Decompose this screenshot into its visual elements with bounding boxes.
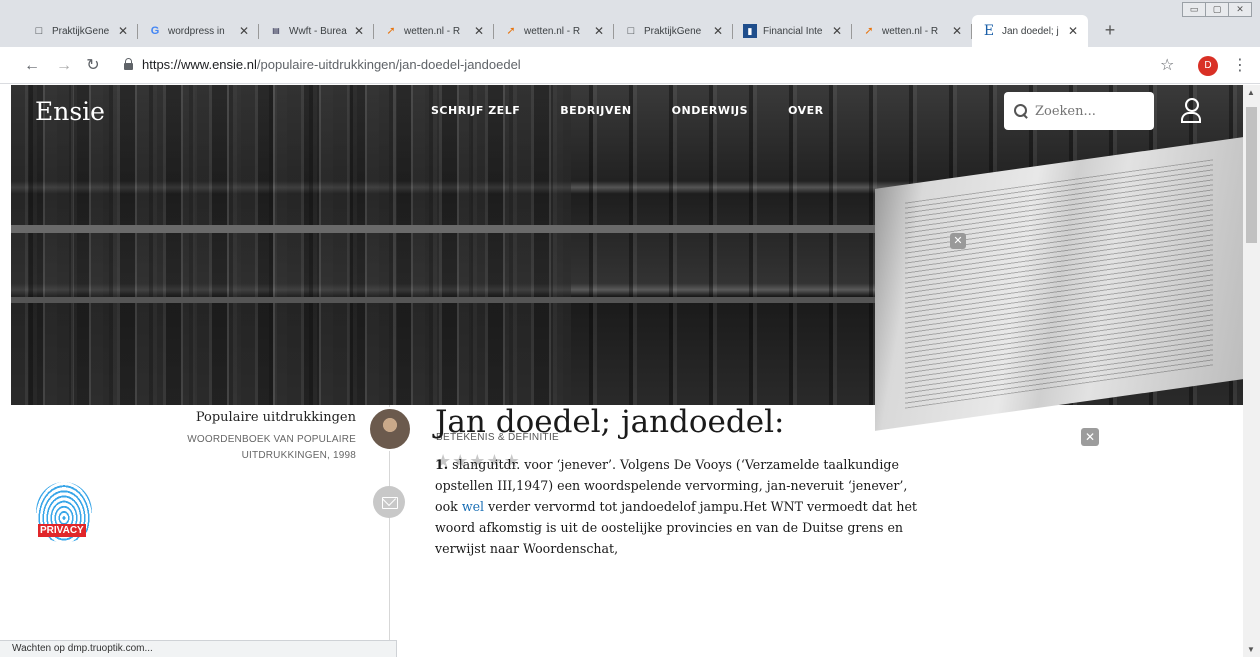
bookshelf-image (11, 85, 571, 405)
profile-avatar[interactable]: D (1198, 56, 1218, 76)
nav-bedrijven[interactable]: BEDRIJVEN (560, 104, 631, 117)
page-viewport: Ensie SCHRIJF ZELF BEDRIJVEN ONDERWIJS O… (0, 85, 1243, 657)
close-icon[interactable]: ✕ (116, 24, 130, 38)
page-title: Jan doedel; jandoedel: (435, 404, 785, 440)
mail-icon[interactable] (373, 486, 405, 518)
lock-icon[interactable] (124, 58, 133, 71)
close-icon[interactable]: ✕ (237, 24, 251, 38)
tab-title: wetten.nl - R (882, 25, 939, 37)
scroll-down-icon[interactable]: ▼ (1247, 645, 1255, 654)
tab-title: Wwft - Burea (289, 25, 347, 37)
status-bar: Wachten op dmp.truoptik.com... (0, 640, 397, 657)
definition-part: verder vervormd tot jandoedelof jampu.He… (435, 499, 917, 556)
wetten-icon: ➚ (386, 24, 396, 37)
browser-tab[interactable]: ➚ wetten.nl - R ✕ (852, 15, 972, 47)
scroll-up-icon[interactable]: ▲ (1247, 88, 1255, 97)
close-icon[interactable]: ✕ (950, 24, 964, 38)
close-icon[interactable]: ✕ (1066, 24, 1080, 38)
close-icon[interactable]: ✕ (352, 24, 366, 38)
browser-tab[interactable]: G wordpress in ✕ (138, 15, 259, 47)
ad-close-button[interactable]: ✕ (950, 233, 966, 249)
close-icon[interactable]: ✕ (592, 24, 606, 38)
browser-tab[interactable]: □ PraktijkGene ✕ (614, 15, 733, 47)
browser-tab-active[interactable]: E Jan doedel; j ✕ (972, 15, 1088, 47)
author-avatar[interactable] (368, 407, 412, 451)
definition-link[interactable]: wel (462, 499, 484, 514)
search-input[interactable] (1035, 103, 1145, 119)
close-icon[interactable]: ✕ (711, 24, 725, 38)
tab-title: wetten.nl - R (404, 25, 461, 37)
ad-close-button[interactable]: ✕ (1081, 428, 1099, 446)
tab-title: Financial Inte (763, 25, 823, 37)
nav-onderwijs[interactable]: ONDERWIJS (672, 104, 748, 117)
nav-over[interactable]: OVER (788, 104, 824, 117)
browser-tab[interactable]: ➚ wetten.nl - R ✕ (494, 15, 614, 47)
tab-title: wordpress in (168, 25, 225, 37)
close-icon[interactable]: ✕ (472, 24, 486, 38)
shelf (11, 225, 911, 233)
nav-schrijf-zelf[interactable]: SCHRIJF ZELF (431, 104, 520, 117)
new-tab-button[interactable]: + (1100, 21, 1120, 41)
browser-tab[interactable]: ➚ wetten.nl - R ✕ (374, 15, 494, 47)
wetten-icon: ➚ (864, 24, 874, 37)
window-controls: ▭ ▢ ✕ (1182, 2, 1252, 17)
menu-icon[interactable]: ⋮ (1232, 55, 1248, 75)
user-icon[interactable] (1180, 98, 1202, 123)
dictionary-source: WOORDENBOEK VAN POPULAIRE UITDRUKKINGEN,… (187, 434, 356, 461)
url-field[interactable]: https://www.ensie.nl/populaire-uitdrukki… (142, 57, 521, 72)
tab-title: wetten.nl - R (524, 25, 581, 37)
tab-title: Jan doedel; j (1002, 25, 1059, 37)
minimize-icon[interactable]: ▭ (1182, 2, 1206, 17)
document-icon: □ (627, 24, 635, 37)
open-book-image (875, 137, 1243, 431)
definition-number: 1. (435, 457, 449, 472)
maximize-icon[interactable]: ▢ (1205, 2, 1229, 17)
tab-title: PraktijkGene (52, 25, 110, 37)
hero-image (11, 85, 1243, 431)
close-icon[interactable]: ✕ (830, 24, 844, 38)
ensie-icon: E (983, 23, 995, 39)
browser-tab[interactable]: □ PraktijkGene ✕ (22, 15, 138, 47)
bookmark-star-icon[interactable]: ☆ (1160, 55, 1174, 75)
reload-icon[interactable]: ↻ (83, 56, 103, 76)
back-arrow-icon[interactable]: ← (22, 56, 42, 76)
browser-tab[interactable]: ▤ Wwft - Burea ✕ (259, 15, 374, 47)
main-nav: SCHRIJF ZELF BEDRIJVEN ONDERWIJS OVER (431, 104, 864, 117)
dictionary-name[interactable]: Populaire uitdrukkingen (196, 410, 356, 425)
scrollbar-thumb[interactable] (1246, 107, 1257, 243)
google-icon: G (150, 24, 160, 37)
privacy-label: PRIVACY (38, 524, 86, 537)
close-window-icon[interactable]: ✕ (1228, 2, 1252, 17)
search-box[interactable] (1004, 92, 1154, 130)
forward-arrow-icon[interactable]: → (54, 56, 74, 76)
site-logo[interactable]: Ensie (35, 97, 105, 126)
search-icon[interactable] (1014, 104, 1028, 118)
bank-icon: ▮ (743, 24, 757, 38)
definition-text: 1. slanguitdr. voor ‘jenever’. Volgens D… (435, 454, 920, 559)
url-host: https://www.ensie.nl (142, 57, 257, 72)
wetten-icon: ➚ (506, 24, 516, 37)
scrollbar[interactable]: ▲ ▼ (1243, 85, 1260, 657)
address-bar: ← → ↻ https://www.ensie.nl/populaire-uit… (0, 47, 1260, 84)
site-icon: ▤ (272, 26, 280, 35)
privacy-badge[interactable]: PRIVACY (32, 482, 104, 542)
url-path: /populaire-uitdrukkingen/jan-doedel-jand… (256, 57, 521, 72)
tab-title: PraktijkGene (644, 25, 702, 37)
browser-tab[interactable]: ▮ Financial Inte ✕ (733, 15, 852, 47)
document-icon: □ (35, 24, 43, 37)
browser-tab-strip: □ PraktijkGene ✕ G wordpress in ✕ ▤ Wwft… (0, 0, 1260, 47)
